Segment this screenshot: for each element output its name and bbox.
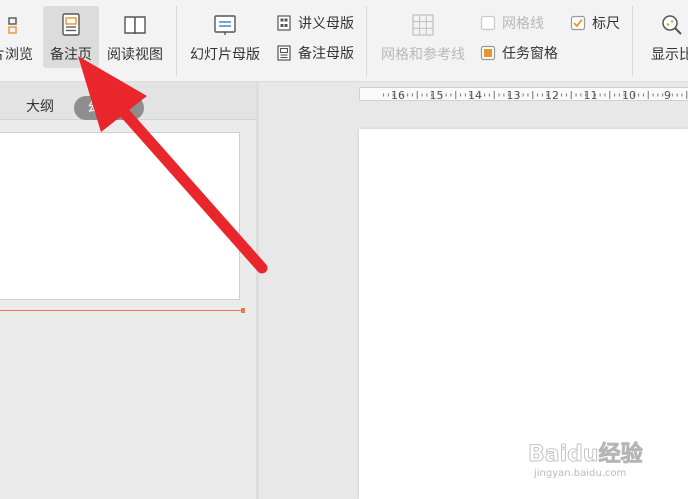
magnifier-icon (662, 15, 682, 35)
ruler-number: 11 (584, 89, 598, 102)
ruler-number: 9 (664, 89, 671, 102)
handout-master-label: 讲义母版 (298, 16, 354, 32)
grid-icon (412, 14, 434, 36)
slide-master-icon (214, 15, 236, 35)
task-pane-label: 任务窗格 (502, 46, 558, 62)
gridlines-checkbox[interactable]: 网格线 (480, 12, 544, 34)
ruler-checkbox[interactable]: 标尺 (570, 12, 620, 34)
zoom-label: 显示比 (651, 47, 688, 63)
slide-browse-button[interactable]: 片浏览 (0, 6, 38, 68)
notes-page-button[interactable]: 备注页 (43, 6, 99, 68)
ruler-number: 13 (507, 89, 521, 102)
book-icon (124, 16, 146, 35)
ribbon-separator (366, 6, 367, 76)
tab-outline[interactable]: 大纲 (26, 96, 54, 116)
horizontal-ruler[interactable]: 16 15 14 13 12 11 10 9 (359, 87, 688, 102)
notes-master-icon (277, 45, 291, 61)
task-pane-checkbox[interactable]: 任务窗格 (480, 42, 558, 64)
ribbon-separator (176, 6, 177, 76)
gridlines-label: 网格线 (502, 16, 544, 32)
ruler-label: 标尺 (592, 16, 620, 32)
notes-master-label: 备注母版 (298, 46, 354, 62)
watermark: Baidu经验 jingyan.baidu.com (528, 436, 643, 479)
checkbox-checked-icon (570, 15, 586, 31)
notes-page-icon (62, 13, 80, 36)
ruler-number: 10 (622, 89, 636, 102)
checkbox-filled-icon (480, 45, 496, 61)
ruler-number: 14 (468, 89, 482, 102)
slides-pane: 大纲 幻灯片 (0, 82, 256, 499)
slide-thumbnail[interactable] (0, 132, 240, 300)
tab-slides[interactable]: 幻灯片 (74, 96, 144, 120)
checkbox-unchecked-icon (480, 15, 496, 31)
pane-tabs: 大纲 幻灯片 (0, 82, 256, 120)
handout-master-button[interactable]: 讲义母版 (276, 12, 354, 34)
ruler-ticks: 16 15 14 13 12 11 10 9 (383, 89, 688, 102)
ruler-number: 12 (545, 89, 559, 102)
zoom-button[interactable]: 显示比 (642, 6, 688, 68)
ruler-number: 15 (430, 89, 444, 102)
watermark-url: jingyan.baidu.com (534, 468, 627, 479)
ribbon-toolbar: 片浏览 备注页 阅读视图 幻灯片母版 (0, 0, 688, 82)
grid-guides-label: 网格和参考线 (381, 47, 465, 63)
ribbon-separator (632, 6, 633, 76)
ruler-number: 16 (391, 89, 405, 102)
handout-master-icon (277, 15, 291, 31)
slide-master-button[interactable]: 幻灯片母版 (186, 6, 264, 68)
reading-view-button[interactable]: 阅读视图 (104, 6, 166, 68)
insertion-marker (241, 308, 245, 313)
insertion-line (0, 310, 244, 311)
slide-browse-label: 片浏览 (0, 47, 33, 63)
reading-view-label: 阅读视图 (107, 47, 163, 63)
notes-master-button[interactable]: 备注母版 (276, 42, 354, 64)
notes-page-label: 备注页 (50, 47, 92, 63)
watermark-text: Baidu经验 (528, 442, 643, 468)
slide-sorter-icon (8, 17, 17, 34)
slide-master-label: 幻灯片母版 (190, 47, 260, 63)
grid-guides-button[interactable]: 网格和参考线 (376, 6, 470, 68)
